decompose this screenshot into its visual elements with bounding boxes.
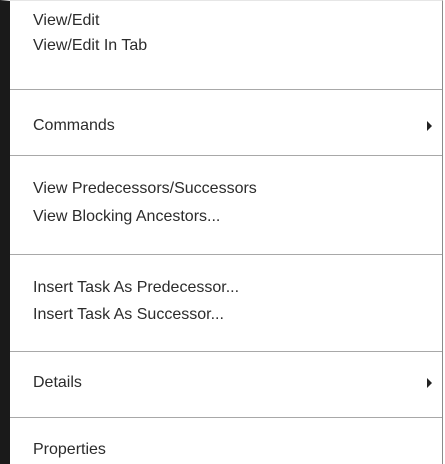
menu-item-label: View Predecessors/Successors — [33, 180, 257, 197]
menu-item-details[interactable]: Details — [33, 371, 442, 395]
menu-separator — [10, 351, 442, 352]
menu-item-label: View/Edit In Tab — [33, 37, 148, 54]
menu-separator — [10, 254, 442, 255]
menu-item-label: View/Edit — [33, 12, 100, 29]
menu-item-insert-task-as-successor[interactable]: Insert Task As Successor... — [33, 303, 442, 327]
menu-separator — [10, 155, 442, 156]
menu-item-label: Details — [33, 374, 82, 391]
chevron-right-icon — [427, 378, 432, 388]
menu-item-view-predecessors-successors[interactable]: View Predecessors/Successors — [33, 177, 442, 201]
menu-item-label: Properties — [33, 441, 106, 458]
menu-item-view-blocking-ancestors[interactable]: View Blocking Ancestors... — [33, 205, 442, 229]
menu-separator — [10, 89, 442, 90]
menu-item-label: Commands — [33, 117, 115, 134]
context-menu: View/Edit View/Edit In Tab Commands View… — [0, 0, 443, 464]
menu-item-label: Insert Task As Successor... — [33, 306, 224, 323]
menu-item-properties[interactable]: Properties — [33, 438, 442, 462]
menu-item-view-edit-in-tab[interactable]: View/Edit In Tab — [33, 34, 442, 58]
menu-item-commands[interactable]: Commands — [33, 114, 442, 138]
menu-separator — [10, 417, 442, 418]
menu-item-view-edit[interactable]: View/Edit — [33, 9, 442, 33]
chevron-right-icon — [427, 121, 432, 131]
menu-item-label: Insert Task As Predecessor... — [33, 279, 240, 296]
menu-item-insert-task-as-predecessor[interactable]: Insert Task As Predecessor... — [33, 276, 442, 300]
menu-item-label: View Blocking Ancestors... — [33, 208, 221, 225]
